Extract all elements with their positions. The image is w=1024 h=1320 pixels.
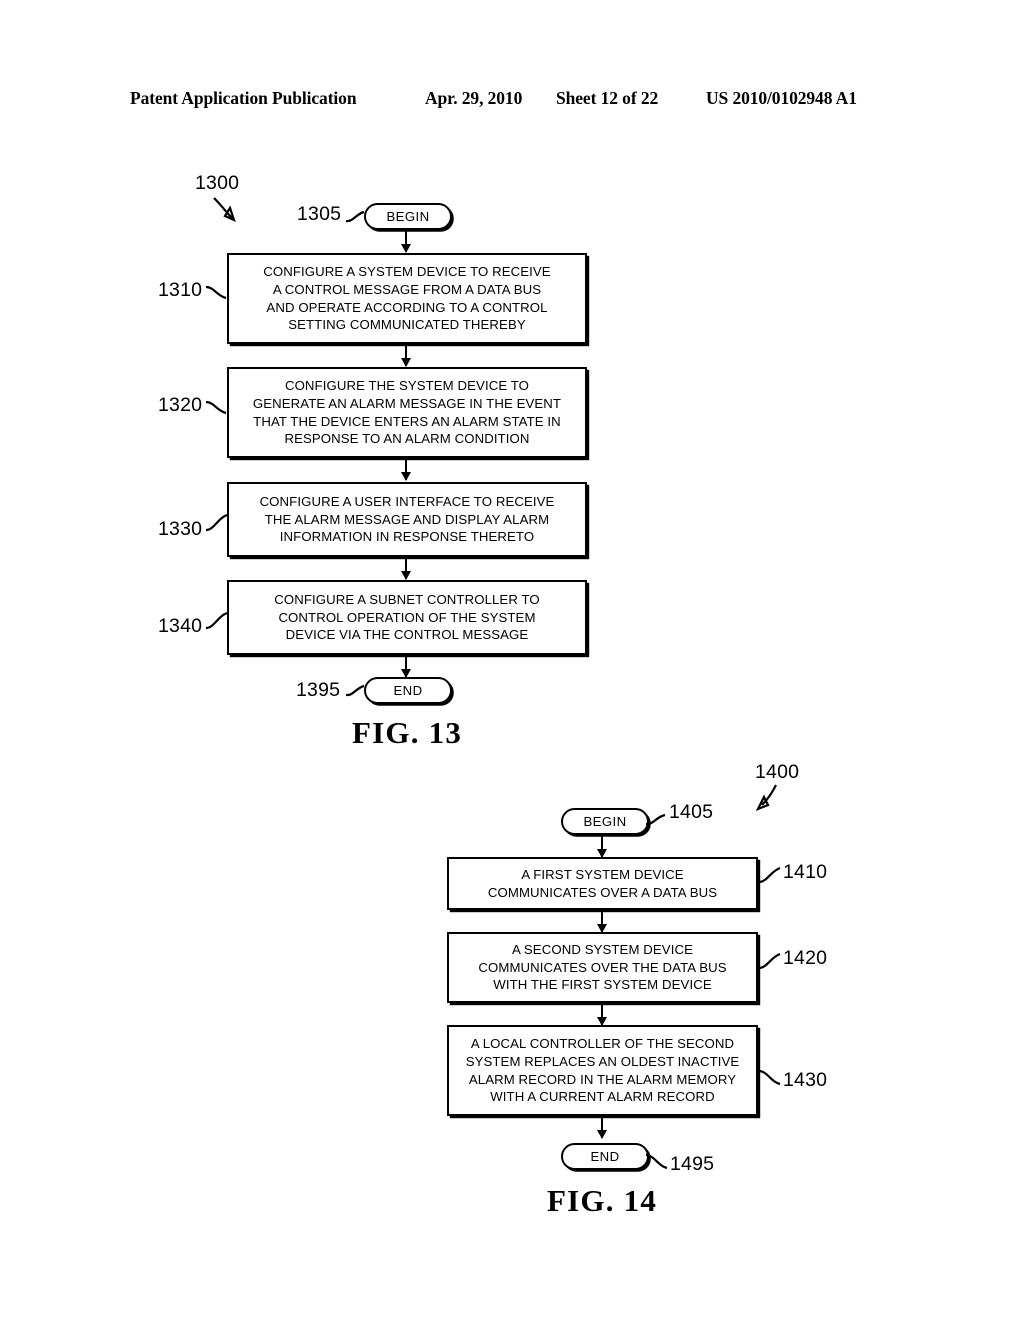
step-ref-1430-leader: [758, 1069, 781, 1086]
begin-terminator: BEGIN: [364, 203, 452, 230]
process-box-1310-text: CONFIGURE A SYSTEM DEVICE TO RECEIVE A C…: [263, 264, 551, 333]
end-label: END: [393, 682, 423, 698]
step-ref-1395: 1395: [296, 679, 341, 701]
begin-terminator: BEGIN: [561, 808, 649, 835]
figure-13-caption: FIG. 13: [352, 715, 463, 750]
step-ref-1310: 1310: [158, 279, 203, 301]
process-box-1430-text: A LOCAL CONTROLLER OF THE SECOND SYSTEM …: [465, 1036, 740, 1105]
step-ref-1410: 1410: [783, 861, 828, 883]
step-ref-1420-leader: [758, 952, 781, 970]
connector-begin-to-1410: [601, 836, 604, 857]
connector-1410-to-1420: [601, 911, 604, 932]
page-header: Patent Application Publication Apr. 29, …: [0, 88, 1024, 112]
header-date: Apr. 29, 2010: [425, 88, 523, 108]
figure-ref-1300: 1300: [195, 172, 240, 194]
process-box-1430: A LOCAL CONTROLLER OF THE SECOND SYSTEM …: [447, 1025, 758, 1116]
process-box-1340: CONFIGURE A SUBNET CONTROLLER TO CONTROL…: [227, 580, 587, 655]
process-box-1330-text: CONFIGURE A USER INTERFACE TO RECEIVE TH…: [259, 494, 555, 545]
header-sheet-number: Sheet 12 of 22: [556, 88, 659, 108]
figure-ref-1400: 1400: [755, 761, 800, 783]
connector-1320-to-1330: [405, 459, 408, 480]
step-ref-1495-leader: [645, 1153, 668, 1170]
process-box-1340-text: CONFIGURE A SUBNET CONTROLLER TO CONTROL…: [274, 592, 540, 643]
figure-14-caption: FIG. 14: [547, 1183, 658, 1218]
connector-1340-to-end: [405, 656, 408, 677]
process-box-1410: A FIRST SYSTEM DEVICE COMMUNICATES OVER …: [447, 857, 758, 910]
figure-ref-1300-arrow: [213, 197, 236, 223]
process-box-1420: A SECOND SYSTEM DEVICE COMMUNICATES OVER…: [447, 932, 758, 1003]
connector-begin-to-1310: [405, 231, 408, 252]
process-box-1330: CONFIGURE A USER INTERFACE TO RECEIVE TH…: [227, 482, 587, 557]
step-ref-1340: 1340: [158, 615, 203, 637]
begin-label: BEGIN: [386, 208, 430, 224]
connector-1310-to-1320: [405, 345, 408, 366]
step-ref-1405: 1405: [669, 801, 714, 823]
step-ref-1320: 1320: [158, 394, 203, 416]
header-patent-number: US 2010/0102948 A1: [706, 88, 857, 108]
connector-1420-to-1430: [601, 1004, 604, 1025]
step-ref-1330: 1330: [158, 518, 203, 540]
header-publication-title: Patent Application Publication: [130, 88, 357, 108]
step-ref-1430: 1430: [783, 1069, 828, 1091]
step-ref-1495: 1495: [670, 1153, 715, 1175]
process-box-1310: CONFIGURE A SYSTEM DEVICE TO RECEIVE A C…: [227, 253, 587, 344]
step-ref-1305: 1305: [297, 203, 342, 225]
process-box-1410-text: A FIRST SYSTEM DEVICE COMMUNICATES OVER …: [487, 866, 718, 900]
connector-1430-to-end: [601, 1117, 604, 1138]
figure-ref-1400-arrow: [755, 784, 777, 812]
process-box-1320-text: CONFIGURE THE SYSTEM DEVICE TO GENERATE …: [252, 378, 562, 447]
begin-label: BEGIN: [583, 813, 627, 829]
end-label: END: [590, 1148, 620, 1164]
end-terminator: END: [364, 677, 452, 704]
step-ref-1410-leader: [758, 866, 781, 884]
process-box-1320: CONFIGURE THE SYSTEM DEVICE TO GENERATE …: [227, 367, 587, 458]
connector-1330-to-1340: [405, 558, 408, 579]
step-ref-1420: 1420: [783, 947, 828, 969]
end-terminator: END: [561, 1143, 649, 1170]
process-box-1420-text: A SECOND SYSTEM DEVICE COMMUNICATES OVER…: [478, 942, 727, 993]
